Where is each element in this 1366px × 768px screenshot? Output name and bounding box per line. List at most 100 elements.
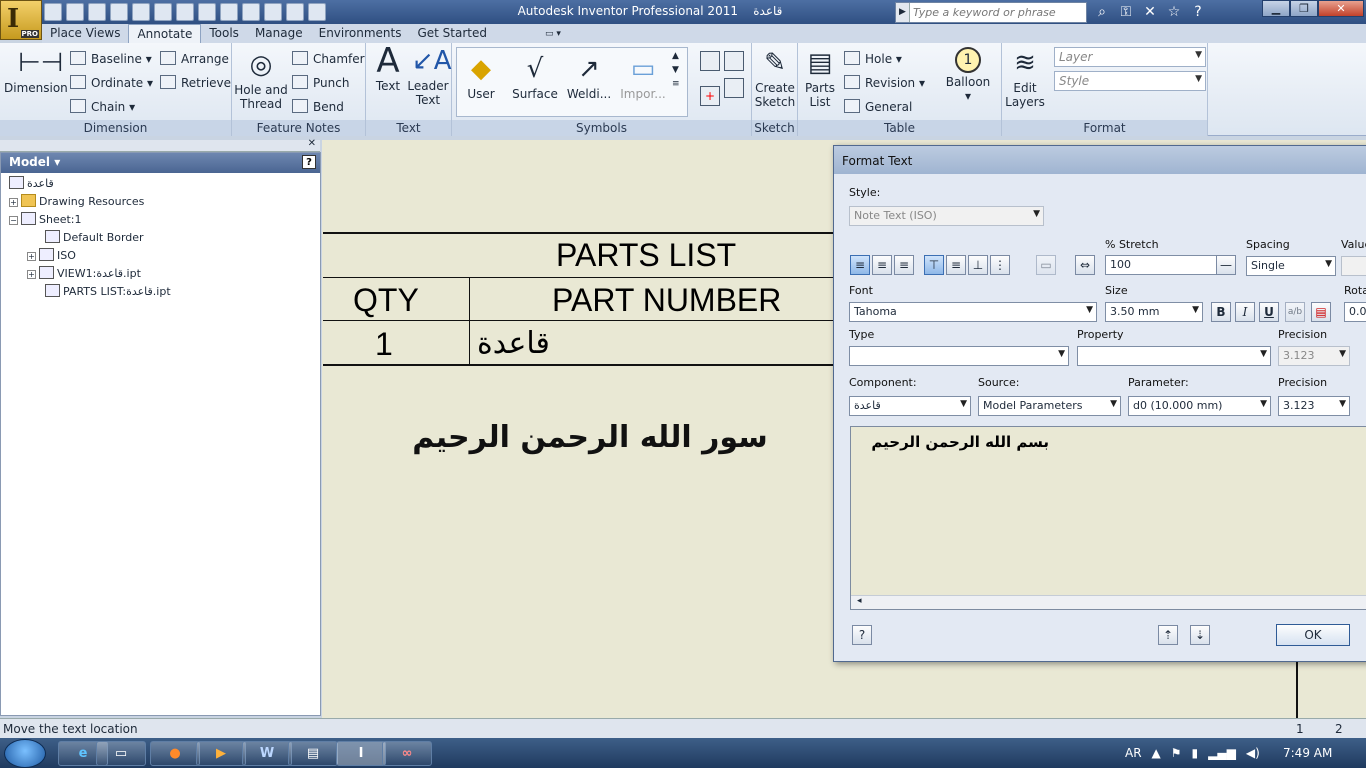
ok-button[interactable]: OK <box>1276 624 1350 646</box>
iproperties-icon[interactable] <box>176 3 194 21</box>
create-sketch-button[interactable]: ✎ Create Sketch <box>754 47 796 109</box>
close-browser-icon[interactable]: ✕ <box>308 138 316 149</box>
bold-button[interactable]: B <box>1211 302 1231 322</box>
baseline-button[interactable]: Baseline ▾ <box>70 51 152 66</box>
start-button[interactable] <box>4 739 46 768</box>
communication-icon[interactable]: ✕ <box>1140 2 1160 22</box>
user-symbol-button[interactable]: ◆ User <box>460 53 502 101</box>
chain-button[interactable]: Chain ▾ <box>70 99 135 114</box>
style-dropdown[interactable]: Note Text (ISO) ▼ <box>849 206 1044 226</box>
expand-icon[interactable]: + <box>27 270 36 279</box>
align-right-button[interactable]: ≡ <box>894 255 914 275</box>
app-taskbar-icon[interactable]: ∞ <box>382 741 432 766</box>
collapse-icon[interactable]: − <box>9 216 18 225</box>
binoculars-icon[interactable]: ⌕ <box>1092 2 1112 22</box>
explorer-folder-icon[interactable]: ▭ <box>96 741 146 766</box>
ribbon-minimize-icon[interactable]: ▭ ▾ <box>545 29 561 39</box>
parts-list-button[interactable]: ▤ Parts List <box>800 47 840 109</box>
dialog-help-icon[interactable]: ? <box>852 625 872 645</box>
style-select[interactable]: Style ▼ <box>1054 71 1206 91</box>
import-button[interactable]: ▭ Impor... <box>618 53 668 101</box>
text-edit-value[interactable]: بسم الله الرحمن الرحيم <box>871 433 1049 451</box>
move-down-icon[interactable]: ⇣ <box>1190 625 1210 645</box>
align-bottom-button[interactable]: ⊥ <box>968 255 988 275</box>
precision-dropdown-1[interactable]: 3.123 ▼ <box>1278 346 1350 366</box>
font-dropdown[interactable]: Tahoma ▼ <box>849 302 1097 322</box>
align-left-button[interactable]: ≡ <box>850 255 870 275</box>
tree-item-sheet[interactable]: − Sheet:1 <box>9 211 82 228</box>
arrange-button[interactable]: Arrange <box>160 51 229 66</box>
minimize-icon[interactable]: ▁ <box>1262 0 1290 17</box>
tree-item-drawing-resources[interactable]: + Drawing Resources <box>9 193 144 210</box>
leader-text-button[interactable]: ↙A Leader Text <box>406 45 451 107</box>
customize-qat-icon[interactable] <box>308 3 326 21</box>
justify-button[interactable]: ⋮ <box>990 255 1010 275</box>
centerline-icon[interactable] <box>724 78 744 98</box>
revision-button[interactable]: Revision ▾ <box>844 75 925 90</box>
surface-button[interactable]: √ Surface <box>512 53 558 101</box>
centermark-icon[interactable]: + <box>700 86 720 106</box>
align-center-button[interactable]: ≡ <box>872 255 892 275</box>
retrieve-button[interactable]: Retrieve <box>160 75 231 90</box>
open-icon[interactable] <box>66 3 84 21</box>
ordinate-button[interactable]: Ordinate ▾ <box>70 75 153 90</box>
new-icon[interactable] <box>44 3 62 21</box>
subscription-icon[interactable]: ⚿ <box>1116 2 1136 22</box>
balloon-button[interactable]: 1 Balloon ▾ <box>938 47 998 103</box>
value-input[interactable] <box>1341 256 1366 276</box>
move-up-icon[interactable]: ⇡ <box>1158 625 1178 645</box>
gallery-scroll-icon[interactable]: ▲ ▼ ≡ <box>672 49 680 91</box>
welding-button[interactable]: ↗ Weldi... <box>566 53 612 101</box>
tab-annotate[interactable]: Annotate <box>128 24 202 43</box>
property-dropdown[interactable]: ▼ <box>1077 346 1271 366</box>
presentation-icon[interactable]: ▤ <box>288 741 338 766</box>
return-icon[interactable] <box>198 3 216 21</box>
horizontal-scrollbar[interactable]: ◂ <box>851 595 1366 609</box>
spacing-dropdown[interactable]: Single ▼ <box>1246 256 1336 276</box>
tree-item-view1[interactable]: + VIEW1:قاعدة.ipt <box>27 265 141 282</box>
media-player-icon[interactable]: ▶ <box>196 741 246 766</box>
bend-button[interactable]: Bend <box>292 99 344 114</box>
add-icon[interactable] <box>286 3 304 21</box>
language-indicator[interactable]: AR <box>1125 746 1142 760</box>
text-edit-area[interactable]: بسم الله الرحمن الرحيم ◂ <box>850 426 1366 610</box>
source-dropdown[interactable]: Model Parameters ▼ <box>978 396 1121 416</box>
volume-icon[interactable]: ◀) <box>1246 746 1260 760</box>
tab-get-started[interactable]: Get Started <box>409 24 495 43</box>
parts-list-table[interactable]: PARTS LIST QTY PART NUMBER 1 قاعدة <box>323 232 843 366</box>
stretch-icon[interactable]: ⇔ <box>1075 255 1095 275</box>
dimension-button[interactable]: ⊢⊣ Dimension <box>4 47 68 95</box>
expand-search-icon[interactable]: ▶ <box>896 3 910 22</box>
align-top-button[interactable]: ⊤ <box>924 255 944 275</box>
redo-icon[interactable] <box>132 3 150 21</box>
update-icon[interactable] <box>220 3 238 21</box>
layer-select[interactable]: Layer ▼ <box>1054 47 1206 67</box>
expand-icon[interactable]: + <box>9 198 18 207</box>
size-dropdown[interactable]: 3.50 mm ▼ <box>1105 302 1203 322</box>
color-icon[interactable]: ▤ <box>1311 302 1331 322</box>
word-icon[interactable]: W <box>242 741 292 766</box>
network-signal-icon[interactable]: ▂▄▆ <box>1208 746 1236 760</box>
drawing-note-text[interactable]: ﺳﻮﺭ اﻟﻠﻪ اﻟﺮﺣﻤﻦ اﻟﺮﺣﻴﻢ <box>380 420 800 455</box>
rotation-input[interactable]: 0.0 <box>1344 302 1366 322</box>
tab-tools[interactable]: Tools <box>201 24 247 43</box>
precision-dropdown-2[interactable]: 3.123 ▼ <box>1278 396 1350 416</box>
print-icon[interactable] <box>154 3 172 21</box>
underline-button[interactable]: U <box>1259 302 1279 322</box>
help-icon[interactable]: ? <box>1188 2 1208 22</box>
line-spacing-icon[interactable]: — <box>1216 255 1236 275</box>
text-button[interactable]: A Text <box>370 44 406 93</box>
browser-header[interactable]: Model ▾? <box>1 153 320 173</box>
tab-manage[interactable]: Manage <box>247 24 311 43</box>
favorites-star-icon[interactable]: ☆ <box>1164 2 1184 22</box>
dialog-title[interactable]: Format Text <box>834 146 1366 174</box>
inventor-taskbar-icon[interactable]: I <box>336 741 386 766</box>
hatch-icon[interactable] <box>724 51 744 71</box>
align-middle-button[interactable]: ≡ <box>946 255 966 275</box>
hole-and-thread-button[interactable]: ◎ Hole and Thread <box>234 49 288 111</box>
italic-button[interactable]: I <box>1235 302 1255 322</box>
component-dropdown[interactable]: قاعدة ▼ <box>849 396 971 416</box>
text-box-icon[interactable]: ▭ <box>1036 255 1056 275</box>
punch-button[interactable]: Punch <box>292 75 349 90</box>
chamfer-button[interactable]: Chamfer <box>292 51 365 66</box>
